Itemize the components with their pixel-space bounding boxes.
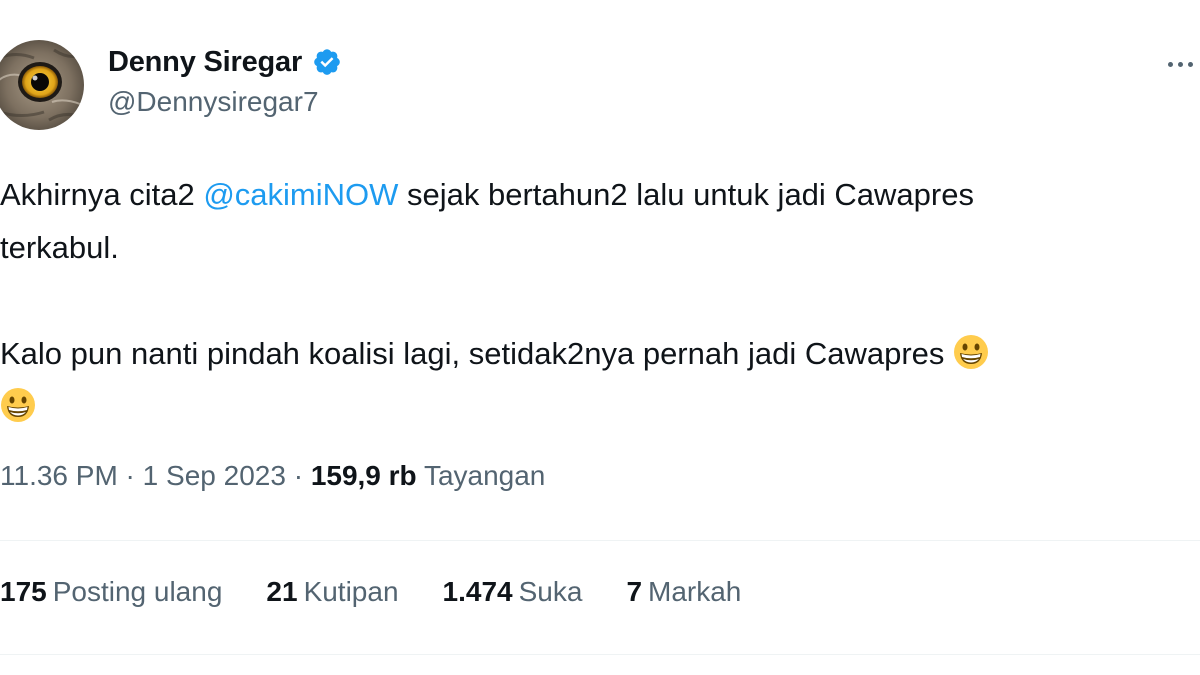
tweet-date[interactable]: 1 Sep 2023 bbox=[143, 460, 286, 491]
tweet-meta: 11.36 PM · 1 Sep 2023 · 159,9 rb Tayanga… bbox=[0, 460, 545, 492]
stat-count: 175 bbox=[0, 576, 47, 607]
grinning-face-emoji-icon bbox=[954, 335, 989, 369]
stat-quotes[interactable]: 21 Kutipan bbox=[266, 576, 398, 608]
views-label: Tayangan bbox=[416, 460, 546, 491]
views-count: 159,9 rb bbox=[310, 460, 417, 491]
mention-link[interactable]: @cakimiNOW bbox=[203, 177, 398, 212]
stat-label: Suka bbox=[518, 576, 583, 607]
more-options-icon[interactable] bbox=[1168, 58, 1200, 70]
stat-label: Markah bbox=[648, 576, 742, 607]
grinning-face-emoji-icon bbox=[1, 388, 35, 422]
tweet-text-segment: Akhirnya cita2 bbox=[0, 177, 204, 212]
author-handle[interactable]: @Dennysiregar7 bbox=[108, 86, 319, 118]
tweet-line-3: Kalo pun nanti pindah koalisi lagi, seti… bbox=[0, 327, 1200, 380]
stat-count: 21 bbox=[266, 576, 298, 607]
tweet-line-2: terkabul. bbox=[0, 230, 119, 265]
author-display-name[interactable]: Denny Siregar bbox=[108, 46, 302, 79]
tweet-text-segment: sejak bertahun2 lalu untuk jadi Cawapres bbox=[398, 177, 974, 212]
engagement-stats: 175 Posting ulang 21 Kutipan 1.474 Suka 7 Ma… bbox=[0, 576, 741, 608]
stat-likes[interactable]: 1.474 Suka bbox=[443, 576, 583, 608]
divider bbox=[0, 540, 1200, 541]
stat-label: Kutipan bbox=[303, 576, 399, 607]
stat-count: 7 bbox=[626, 576, 643, 607]
author-avatar[interactable] bbox=[0, 40, 84, 130]
stat-reposts[interactable]: 175 Posting ulang bbox=[0, 576, 222, 608]
dot bbox=[1188, 61, 1193, 67]
author-name-row[interactable]: Denny Siregar bbox=[108, 42, 342, 82]
tweet-page: Denny Siregar @Dennysiregar7 Akhirnya ci… bbox=[0, 0, 1200, 675]
tweet-line-1: Akhirnya cita2 @cakimiNOW sejak bertahun… bbox=[0, 168, 1200, 221]
tweet-time[interactable]: 11.36 PM bbox=[0, 460, 118, 491]
verified-badge-icon bbox=[314, 49, 340, 75]
stat-bookmarks[interactable]: 7 Markah bbox=[626, 576, 741, 608]
tweet-line-4 bbox=[0, 380, 1200, 433]
meta-separator: · bbox=[285, 460, 311, 491]
meta-separator: · bbox=[117, 460, 143, 491]
tweet-text: Akhirnya cita2 @cakimiNOW sejak bertahun… bbox=[0, 168, 1200, 433]
dot bbox=[1168, 61, 1173, 67]
divider bbox=[0, 654, 1200, 655]
owl-eye-avatar-icon bbox=[0, 40, 84, 130]
dot bbox=[1178, 61, 1183, 67]
stat-count: 1.474 bbox=[442, 576, 513, 607]
tweet-text-segment: Kalo pun nanti pindah koalisi lagi, seti… bbox=[0, 336, 945, 371]
stat-label: Posting ulang bbox=[52, 576, 223, 607]
